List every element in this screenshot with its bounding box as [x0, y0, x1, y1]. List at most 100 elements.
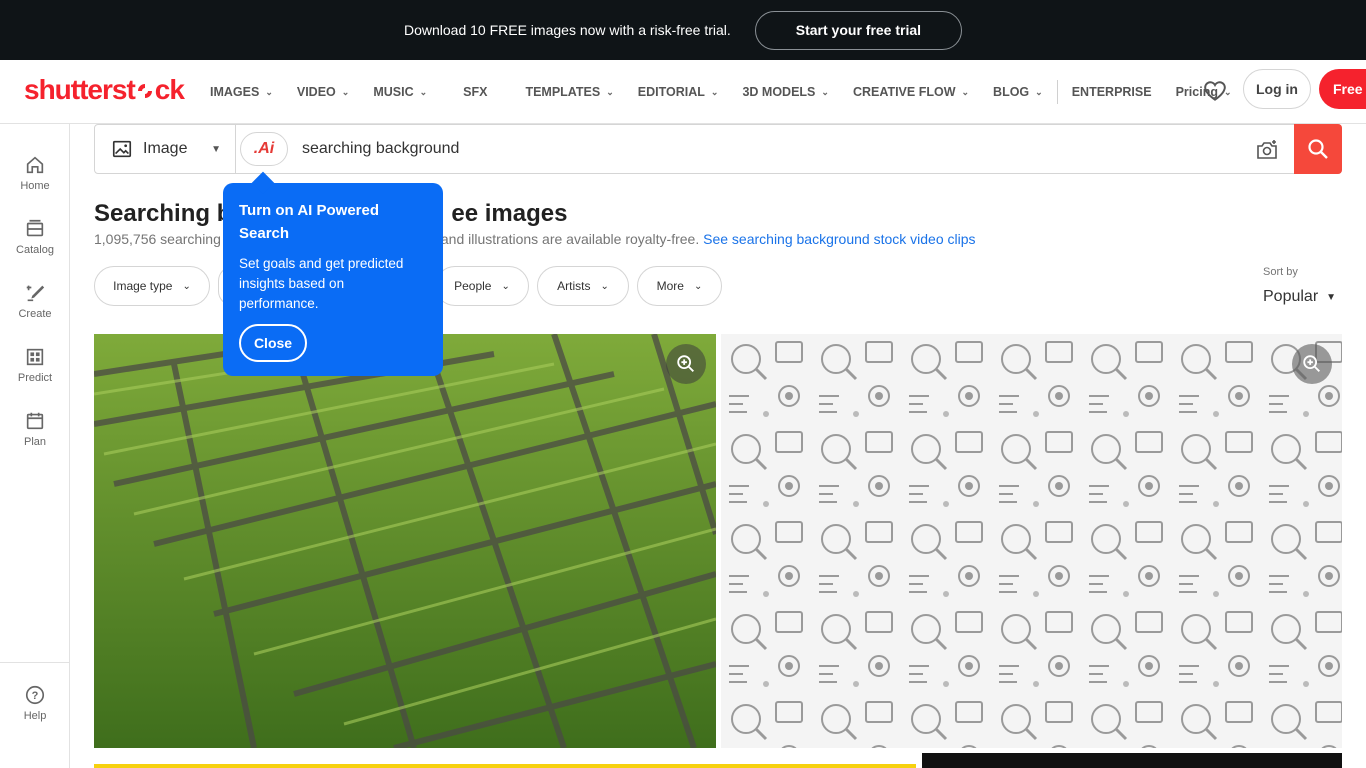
result-image-next[interactable] — [922, 753, 1342, 768]
chevron-down-icon: ⌄ — [341, 86, 350, 97]
logo-o-icon — [137, 84, 152, 98]
search-input[interactable] — [302, 129, 1202, 169]
nav-sfx[interactable]: SFX — [439, 60, 513, 124]
nav-editorial[interactable]: EDITORIAL ⌄ — [626, 60, 731, 124]
sort-dropdown[interactable]: Popular ▼ — [1263, 288, 1336, 306]
catalog-icon — [26, 219, 44, 237]
chevron-down-icon: ⌄ — [693, 280, 703, 292]
chevron-down-icon: ⌄ — [1035, 86, 1043, 97]
rail-label: Catalog — [16, 244, 54, 256]
result-image-next[interactable] — [94, 764, 916, 768]
rail-home[interactable]: Home — [0, 154, 70, 192]
rail-label: Predict — [17, 372, 53, 384]
filter-more[interactable]: More ⌄ — [637, 266, 722, 306]
chevron-down-icon: ⌄ — [821, 86, 829, 97]
image-icon — [112, 140, 132, 158]
nav-label: BLOG — [993, 85, 1030, 99]
result-image-pattern[interactable] — [721, 334, 1342, 748]
create-icon — [26, 285, 45, 302]
rail-plan[interactable]: Plan — [0, 410, 70, 448]
rail-help[interactable]: ? Help — [0, 684, 70, 722]
chevron-down-icon: ⌄ — [182, 280, 191, 292]
logo-text-b: ck — [154, 74, 185, 105]
search-type-label: Image — [143, 140, 188, 157]
search-icon — [1308, 139, 1328, 159]
rail-create[interactable]: Create — [0, 282, 70, 320]
logo-text-a: shutterst — [24, 74, 136, 105]
chevron-down-icon: ⌄ — [419, 86, 428, 97]
nav-blog[interactable]: BLOG ⌄ — [981, 60, 1055, 124]
chevron-down-icon: ⌄ — [710, 86, 719, 97]
nav-music[interactable]: MUSIC ⌄ — [361, 60, 439, 124]
nav-divider — [1056, 80, 1058, 104]
login-button[interactable]: Log in — [1243, 69, 1311, 109]
filter-label: Artists — [557, 279, 591, 293]
site-header: shutterst ck IMAGES ⌄ VIDEO ⌄ MUSIC ⌄ SFX TE… — [0, 60, 1366, 124]
filter-artists[interactable]: Artists ⌄ — [537, 266, 629, 306]
tooltip-close-button[interactable]: Close — [239, 324, 307, 362]
nav-label: IMAGES — [210, 85, 260, 99]
sort-by-label: Sort by — [1263, 266, 1298, 278]
zoom-button[interactable] — [1292, 344, 1332, 384]
chevron-down-icon: ⌄ — [606, 86, 614, 97]
free-trial-button[interactable]: Free t — [1319, 69, 1366, 109]
zoom-in-icon — [677, 355, 694, 372]
title-right: ee images — [451, 200, 568, 227]
maze-image — [94, 334, 716, 748]
calendar-icon — [26, 412, 44, 430]
predict-icon — [26, 348, 44, 366]
nav-label: SFX — [463, 85, 488, 99]
help-icon: ? — [25, 685, 45, 705]
promo-banner: Download 10 FREE images now with a risk-… — [0, 0, 1366, 60]
nav-label: ENTERPRISE — [1071, 85, 1152, 99]
side-rail: Home Catalog Create Predict Plan ? Help — [0, 124, 70, 768]
tooltip-title: Turn on AI Powered Search — [239, 202, 380, 242]
rail-predict[interactable]: Predict — [0, 346, 70, 384]
shutterstock-logo[interactable]: shutterst ck — [24, 74, 185, 106]
nav-3d-models[interactable]: 3D MODELS ⌄ — [730, 60, 840, 124]
nav-label: CREATIVE FLOW — [852, 85, 956, 99]
nav-label: MUSIC — [373, 85, 414, 99]
filter-people[interactable]: People ⌄ — [435, 266, 529, 306]
nav-templates[interactable]: TEMPLATES ⌄ — [513, 60, 625, 124]
ai-search-toggle[interactable]: .Ai — [240, 132, 288, 166]
nav-label: VIDEO — [296, 85, 336, 99]
caret-down-icon: ▼ — [211, 143, 221, 155]
filter-label: People — [454, 279, 492, 293]
title-left: Searching b — [94, 200, 232, 227]
nav-label: EDITORIAL — [637, 85, 705, 99]
result-image-maze[interactable] — [94, 334, 716, 748]
image-search-camera-icon[interactable] — [1255, 138, 1279, 162]
search-type-dropdown[interactable]: Image ▼ — [95, 125, 236, 173]
start-free-trial-button[interactable]: Start your free trial — [754, 10, 963, 50]
doodle-pattern-image — [721, 334, 1342, 748]
rail-divider — [0, 662, 70, 663]
rail-label: Create — [18, 308, 52, 320]
chevron-down-icon: ⌄ — [265, 86, 273, 97]
chevron-down-icon: ⌄ — [501, 280, 510, 292]
results-count: 1,095,756 searching — [94, 231, 221, 247]
search-button[interactable] — [1294, 124, 1342, 174]
zoom-button[interactable] — [666, 344, 706, 384]
nav-images[interactable]: IMAGES ⌄ — [198, 60, 285, 124]
rail-label: Help — [23, 710, 47, 722]
chevron-down-icon: ⌄ — [961, 86, 970, 97]
main-nav: IMAGES ⌄ VIDEO ⌄ MUSIC ⌄ SFX TEMPLATES ⌄ EDI… — [198, 60, 1244, 124]
heart-icon[interactable] — [1202, 78, 1228, 104]
results-count-tail: and illustrations are available royalty-… — [440, 231, 700, 247]
rail-catalog[interactable]: Catalog — [0, 218, 70, 256]
video-clips-link[interactable]: See searching background stock video cli… — [703, 231, 975, 247]
sort-value: Popular — [1263, 288, 1319, 305]
tooltip-body: Set goals and get predicted insights bas… — [239, 256, 404, 311]
filter-label: More — [656, 279, 684, 293]
home-icon — [26, 156, 44, 174]
filter-image-type[interactable]: Image type ⌄ — [94, 266, 210, 306]
nav-enterprise[interactable]: ENTERPRISE — [1060, 60, 1164, 124]
nav-label: TEMPLATES — [525, 85, 601, 99]
nav-video[interactable]: VIDEO ⌄ — [285, 60, 361, 124]
nav-creative-flow[interactable]: CREATIVE FLOW ⌄ — [841, 60, 981, 124]
promo-text: Download 10 FREE images now with a risk-… — [403, 22, 731, 38]
nav-label: 3D MODELS — [742, 85, 816, 99]
rail-label: Plan — [23, 436, 47, 448]
zoom-in-icon — [1303, 355, 1320, 372]
